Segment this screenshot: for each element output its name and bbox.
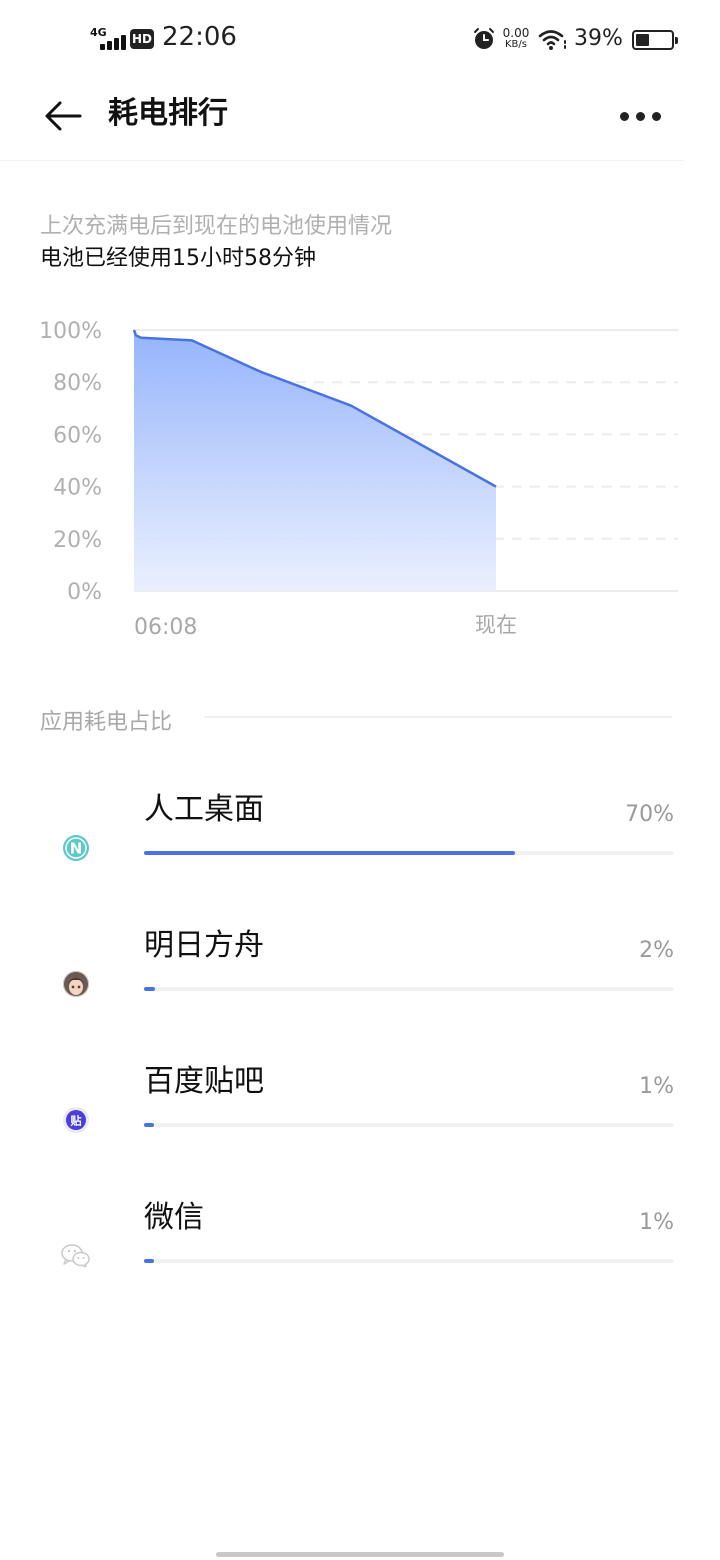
- x-tick-start: 06:08: [134, 615, 197, 640]
- wifi-icon: [538, 29, 568, 55]
- app-percent: 1%: [639, 1210, 674, 1235]
- network-speed: 0.00 KB/s: [500, 27, 532, 51]
- signal-icon: 4G: [90, 26, 128, 50]
- clock: 22:06: [162, 22, 237, 52]
- battery-fill: [636, 34, 649, 46]
- y-tick-label: 60%: [53, 423, 102, 448]
- svg-text:N: N: [70, 840, 83, 858]
- network-type: 4G: [90, 26, 107, 39]
- app-name: 明日方舟: [144, 928, 264, 963]
- more-options-button[interactable]: [612, 102, 668, 130]
- y-tick-label: 100%: [39, 319, 102, 344]
- battery-used-duration: 电池已经使用15小时58分钟: [40, 246, 316, 271]
- svg-text:贴: 贴: [70, 1114, 82, 1128]
- usage-bar-track: [144, 987, 674, 991]
- y-tick-label: 0%: [67, 580, 102, 605]
- status-bar: 4G HD 22:06 0.00 KB/s 39%: [0, 0, 720, 80]
- y-tick-label: 80%: [53, 371, 102, 396]
- usage-bar-track: [144, 1123, 674, 1127]
- y-tick-label: 20%: [53, 528, 102, 553]
- app-percent: 70%: [625, 802, 674, 827]
- home-indicator[interactable]: [216, 1552, 504, 1557]
- page-title: 耗电排行: [108, 96, 228, 131]
- tieba-icon: 贴: [63, 1107, 89, 1133]
- section-divider: [204, 716, 672, 718]
- battery-level-chart: 100% 80% 60% 40% 20% 0% 06:08 现在: [39, 319, 678, 640]
- app-percent: 2%: [639, 938, 674, 963]
- net-speed-unit: KB/s: [505, 39, 527, 50]
- wechat-icon: [61, 1244, 90, 1269]
- usage-bar-fill: [144, 987, 155, 991]
- battery-percent: 39%: [574, 26, 623, 51]
- app-name: 微信: [144, 1200, 204, 1235]
- section-title: 应用耗电占比: [40, 710, 173, 735]
- app-name: 人工桌面: [144, 792, 264, 827]
- net-speed-value: 0.00: [502, 26, 530, 40]
- usage-bar-track: [144, 851, 674, 855]
- usage-bar-fill: [144, 1123, 154, 1127]
- back-button[interactable]: [36, 94, 92, 138]
- usage-bar-track: [144, 1259, 674, 1263]
- app-percent: 1%: [639, 1074, 674, 1099]
- hd-icon: HD: [130, 29, 154, 49]
- y-tick-label: 40%: [53, 476, 102, 501]
- battery-usage-description: 上次充满电后到现在的电池使用情况: [40, 214, 393, 239]
- top-app-bar: 耗电排行: [0, 80, 684, 161]
- app-name: 百度贴吧: [144, 1064, 264, 1099]
- alarm-icon: [472, 27, 496, 55]
- app-row-arknights[interactable]: 明日方舟 2%: [0, 926, 720, 1046]
- battery-icon: [632, 30, 678, 50]
- arknights-avatar-icon: [63, 971, 89, 997]
- app-row-baidu-tieba[interactable]: 贴 百度贴吧 1%: [0, 1062, 720, 1182]
- arrow-left-icon: [45, 101, 82, 131]
- battery-area: [134, 330, 496, 591]
- app-row-rengong-desktop[interactable]: N 人工桌面 70%: [0, 790, 720, 910]
- usage-bar-fill: [144, 1259, 154, 1263]
- x-tick-now: 现在: [475, 613, 517, 637]
- app-row-wechat[interactable]: 微信 1%: [0, 1198, 720, 1318]
- n-launcher-icon: N: [63, 835, 89, 861]
- usage-bar-fill: [144, 851, 515, 855]
